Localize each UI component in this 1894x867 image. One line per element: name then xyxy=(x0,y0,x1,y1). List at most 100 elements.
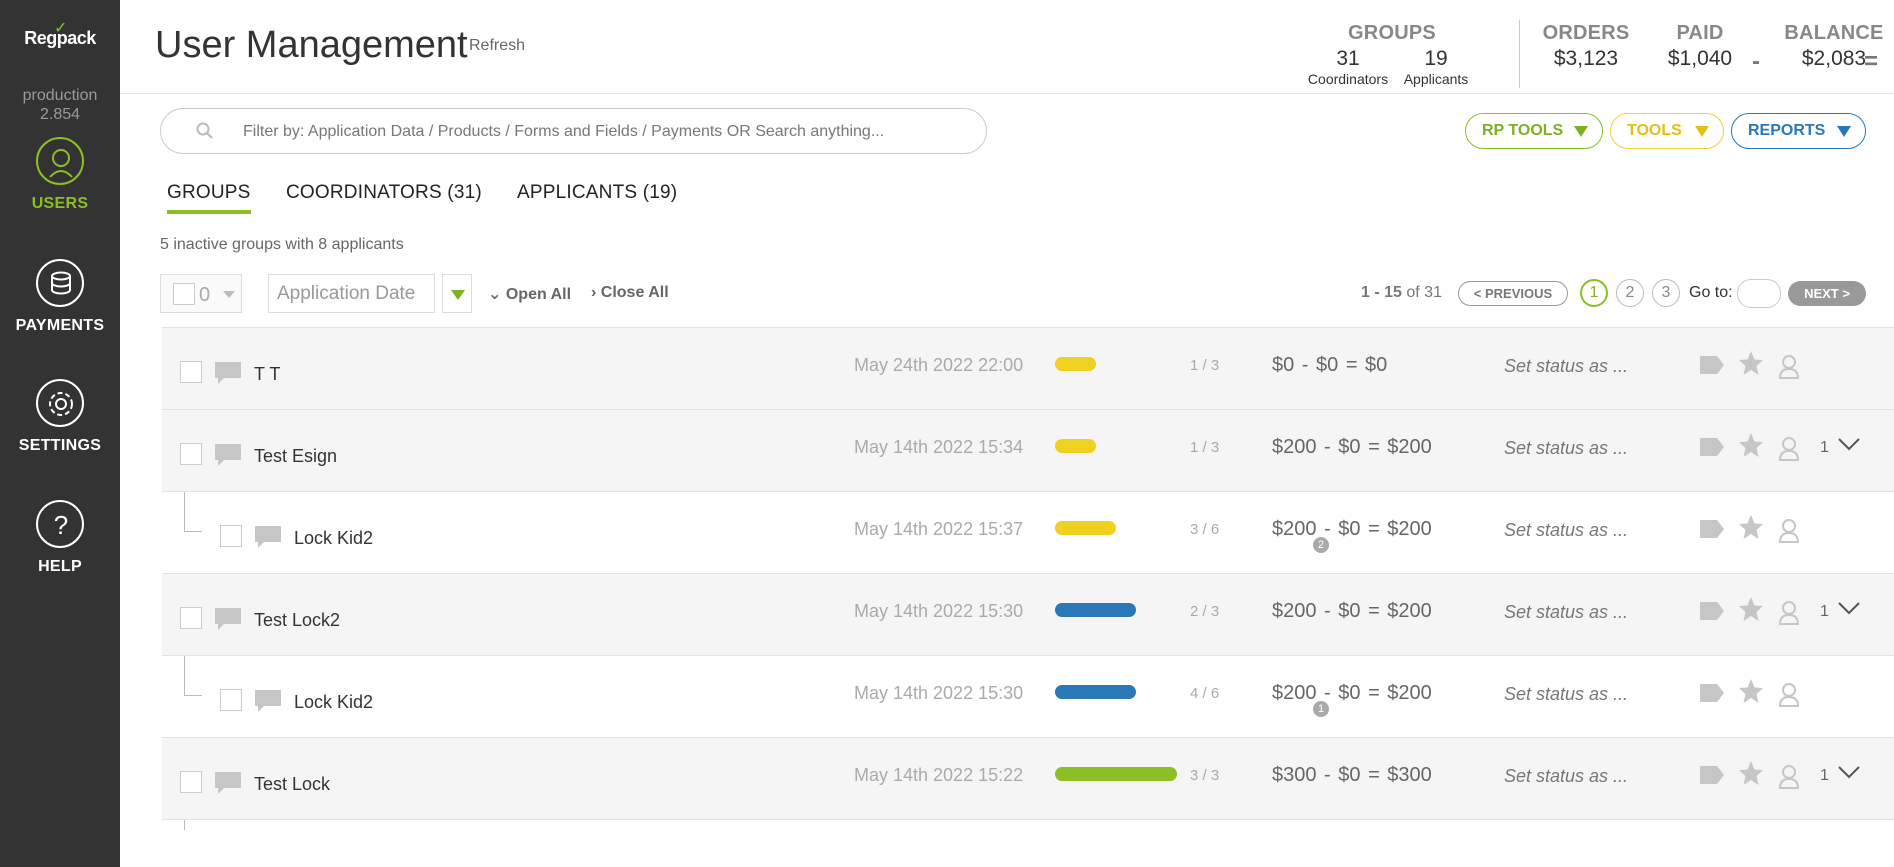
group-row[interactable]: Test Lock2 May 14th 2022 15:30 2 / 3 $200 -… xyxy=(162,573,1894,655)
star-icon[interactable] xyxy=(1738,678,1764,704)
close-all-button[interactable]: › Close All xyxy=(591,284,669,302)
set-status-link[interactable]: Set status as ... xyxy=(1504,438,1628,459)
previous-page-button[interactable]: < PREVIOUS xyxy=(1458,281,1568,306)
page-title: User Management xyxy=(155,24,468,66)
tree-line xyxy=(184,656,202,696)
page-3-button[interactable]: 3 xyxy=(1652,279,1680,307)
message-icon[interactable] xyxy=(254,689,282,713)
sort-down-icon xyxy=(451,290,465,300)
header: User Management Refresh GROUPS 31 Coordi… xyxy=(120,0,1894,94)
nav-payments[interactable]: PAYMENTS xyxy=(0,259,120,335)
group-row[interactable]: Test Esign May 14th 2022 15:34 1 / 3 $200 -… xyxy=(162,409,1894,491)
coordinator-icon[interactable] xyxy=(1778,599,1800,625)
set-status-link[interactable]: Set status as ... xyxy=(1504,520,1628,541)
message-icon[interactable] xyxy=(214,607,242,631)
progress-bar xyxy=(1055,767,1177,781)
child-count: 1 xyxy=(1820,439,1829,456)
tab-applicants[interactable]: APPLICANTS (19) xyxy=(517,182,677,204)
sort-direction-button[interactable] xyxy=(442,274,472,313)
row-checkbox[interactable] xyxy=(220,525,242,547)
message-icon[interactable] xyxy=(214,443,242,467)
coordinator-icon[interactable] xyxy=(1778,763,1800,789)
logo-check-icon: ✓ xyxy=(54,20,67,37)
tag-icon[interactable] xyxy=(1699,683,1725,703)
rp-tools-button[interactable]: RP TOOLS xyxy=(1465,113,1603,149)
question-icon: ? xyxy=(36,500,84,548)
refresh-link[interactable]: Refresh xyxy=(469,37,525,55)
nav-settings-label: SETTINGS xyxy=(18,437,102,454)
row-name[interactable]: Lock Kid2 xyxy=(294,692,373,713)
coordinators-label: Coordinators xyxy=(1307,71,1389,87)
row-checkbox[interactable] xyxy=(180,443,202,465)
set-status-link[interactable]: Set status as ... xyxy=(1504,766,1628,787)
group-row[interactable]: Test Lock May 14th 2022 15:22 3 / 3 $300 - … xyxy=(162,737,1894,819)
chevron-down-icon[interactable] xyxy=(1837,436,1861,452)
search-input[interactable] xyxy=(243,119,963,145)
bulk-select-dropdown[interactable]: 0 xyxy=(160,274,242,313)
tab-groups[interactable]: GROUPS xyxy=(167,182,251,214)
star-icon[interactable] xyxy=(1738,760,1764,786)
row-checkbox[interactable] xyxy=(180,607,202,629)
row-name[interactable]: Lock Kid2 xyxy=(294,528,373,549)
star-icon[interactable] xyxy=(1738,350,1764,376)
row-money: $300 - $0 = $300 xyxy=(1272,764,1432,786)
reports-button[interactable]: REPORTS xyxy=(1731,113,1866,149)
open-all-button[interactable]: ⌄ Open All xyxy=(488,284,571,304)
chevron-down-icon xyxy=(1837,126,1851,137)
set-status-link[interactable]: Set status as ... xyxy=(1504,356,1628,377)
nav-settings[interactable]: SETTINGS xyxy=(0,379,120,455)
coordinator-icon[interactable] xyxy=(1778,435,1800,461)
row-checkbox[interactable] xyxy=(180,361,202,383)
child-row[interactable]: Lock Kid2 May 14th 2022 15:30 4 / 6 $200 - … xyxy=(162,655,1894,737)
applicants-label: Applicants xyxy=(1403,71,1469,87)
row-checkbox[interactable] xyxy=(180,771,202,793)
child-count: 1 xyxy=(1820,603,1829,620)
message-icon[interactable] xyxy=(214,361,242,385)
gear-icon xyxy=(36,379,84,427)
chevron-down-icon[interactable] xyxy=(1837,600,1861,616)
progress-bar xyxy=(1055,685,1136,699)
coordinator-icon[interactable] xyxy=(1778,517,1800,543)
search-bar[interactable] xyxy=(160,108,987,154)
goto-page-input[interactable] xyxy=(1737,279,1781,308)
group-row[interactable]: T T May 24th 2022 22:00 1 / 3 $0 - $0 = $0 S… xyxy=(162,327,1894,409)
balance-value: $2,083 xyxy=(1801,47,1867,70)
set-status-link[interactable]: Set status as ... xyxy=(1504,684,1628,705)
sort-field-select[interactable]: Application Date xyxy=(268,274,435,313)
row-name[interactable]: Test Lock2 xyxy=(254,610,340,631)
tag-icon[interactable] xyxy=(1699,437,1725,457)
next-page-button[interactable]: NEXT > xyxy=(1788,281,1866,306)
star-icon[interactable] xyxy=(1738,596,1764,622)
progress-bar xyxy=(1055,439,1096,453)
coordinator-icon[interactable] xyxy=(1778,681,1800,707)
message-icon[interactable] xyxy=(214,771,242,795)
nav-users[interactable]: USERS xyxy=(0,137,120,213)
row-name[interactable]: Test Esign xyxy=(254,446,337,467)
child-row[interactable]: Lock Kid2 May 14th 2022 15:37 3 / 6 $200 - … xyxy=(162,491,1894,573)
set-status-link[interactable]: Set status as ... xyxy=(1504,602,1628,623)
tools-button[interactable]: TOOLS xyxy=(1610,113,1724,149)
row-name[interactable]: Test Lock xyxy=(254,774,330,795)
row-checkbox[interactable] xyxy=(220,689,242,711)
row-date: May 14th 2022 15:30 xyxy=(854,601,1024,621)
tab-coordinators[interactable]: COORDINATORS (31) xyxy=(286,182,482,204)
tag-icon[interactable] xyxy=(1699,601,1725,621)
chevron-down-icon[interactable] xyxy=(1837,764,1861,780)
star-icon[interactable] xyxy=(1738,432,1764,458)
coordinator-icon[interactable] xyxy=(1778,353,1800,379)
progress-bar xyxy=(1055,603,1136,617)
tag-icon[interactable] xyxy=(1699,355,1725,375)
search-icon xyxy=(196,122,213,139)
select-all-checkbox[interactable] xyxy=(173,283,195,305)
sidebar: ✓ Regpack production 2.854 USERS PAYMENT… xyxy=(0,0,120,867)
tools-label: TOOLS xyxy=(1627,122,1682,139)
nav-help[interactable]: ? HELP xyxy=(0,500,120,576)
tag-icon[interactable] xyxy=(1699,765,1725,785)
tag-icon[interactable] xyxy=(1699,519,1725,539)
inactive-groups-note[interactable]: 5 inactive groups with 8 applicants xyxy=(160,236,404,254)
star-icon[interactable] xyxy=(1738,514,1764,540)
page-1-button[interactable]: 1 xyxy=(1580,279,1608,307)
page-2-button[interactable]: 2 xyxy=(1616,279,1644,307)
row-name[interactable]: T T xyxy=(254,364,280,385)
message-icon[interactable] xyxy=(254,525,282,549)
